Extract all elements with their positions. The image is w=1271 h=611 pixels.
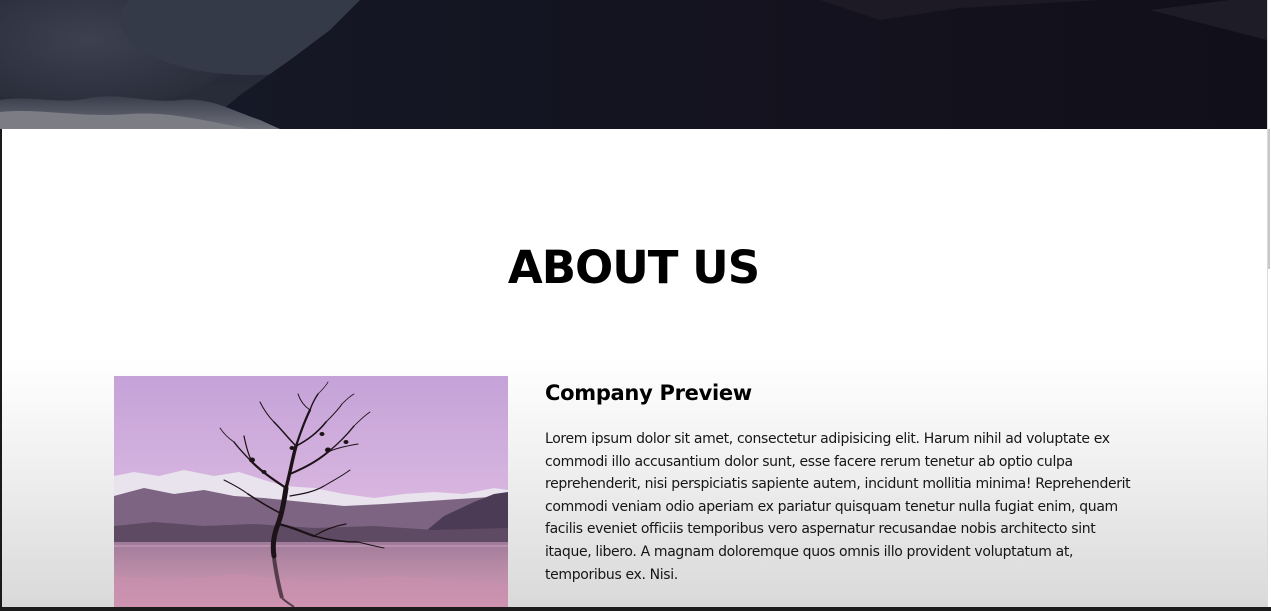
page: ABOUT US Company Preview Lorem ipsum dol… xyxy=(0,0,1271,611)
bottom-edge-border xyxy=(0,607,1271,611)
scrollbar-track[interactable] xyxy=(1267,0,1271,611)
scrollbar-thumb[interactable] xyxy=(1268,129,1270,269)
company-preview-image xyxy=(114,376,508,607)
company-preview-description: Lorem ipsum dolor sit amet, consectetur … xyxy=(545,431,1131,583)
about-us-title: ABOUT US xyxy=(507,241,760,294)
company-preview-heading: Company Preview xyxy=(545,381,752,405)
hero-banner-image xyxy=(0,0,1267,129)
left-edge-border xyxy=(0,129,2,611)
